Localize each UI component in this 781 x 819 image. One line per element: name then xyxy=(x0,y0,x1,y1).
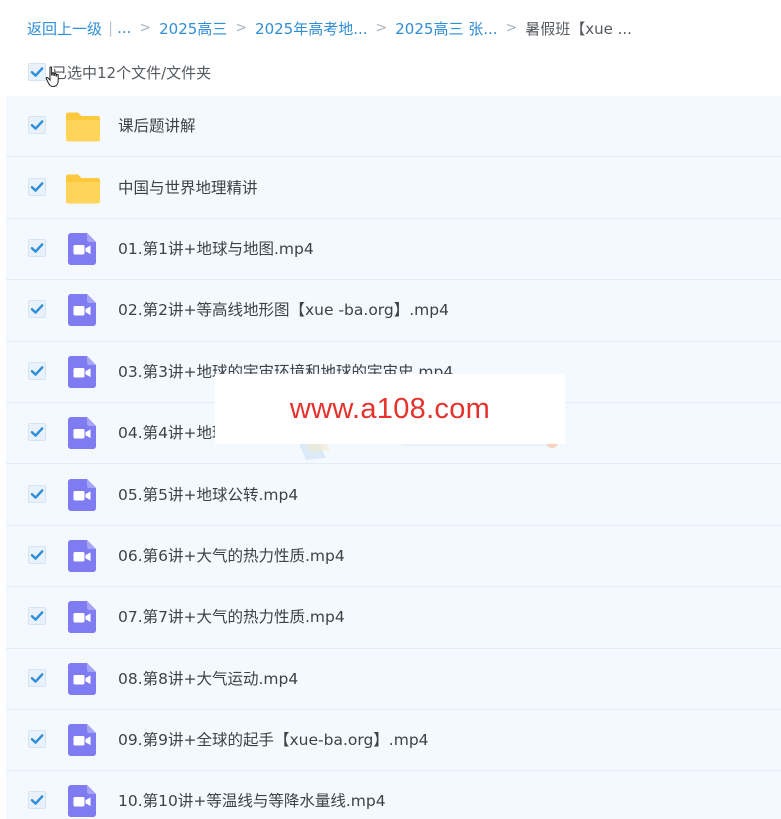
video-file-icon xyxy=(67,355,97,389)
file-name[interactable]: 04.第4讲+地球 xyxy=(118,423,228,443)
watermark-text: www.a108.com xyxy=(289,392,491,425)
watermark-overlay: www.a108.com xyxy=(215,374,565,444)
file-checkbox[interactable] xyxy=(28,791,46,810)
check-icon xyxy=(30,243,44,253)
file-checkbox[interactable] xyxy=(28,300,46,319)
file-name[interactable]: 09.第9讲+全球的起手【xue-ba.org】.mp4 xyxy=(118,730,429,750)
file-name[interactable]: 02.第2讲+等高线地形图【xue -ba.org】.mp4 xyxy=(118,300,449,320)
file-row[interactable]: 课后题讲解 xyxy=(6,96,781,158)
file-checkbox[interactable] xyxy=(28,177,46,196)
file-checkbox[interactable] xyxy=(28,730,46,749)
file-row[interactable]: 09.第9讲+全球的起手【xue-ba.org】.mp4 xyxy=(6,709,781,772)
breadcrumb-arrow-icon: > xyxy=(505,20,518,36)
select-all-checkbox[interactable] xyxy=(28,63,46,81)
check-icon xyxy=(30,365,44,376)
file-row[interactable]: 02.第2讲+等高线地形图【xue -ba.org】.mp4 xyxy=(6,280,781,342)
file-name[interactable]: 课后题讲解 xyxy=(118,116,196,136)
video-file-icon xyxy=(67,539,97,573)
file-list: 课后题讲解中国与世界地理精讲 01.第1讲+地球与地图.mp4 02.第2讲+等高线… xyxy=(6,96,781,819)
breadcrumb-item-gaokao-geo[interactable]: 2025年高考地... xyxy=(255,18,367,39)
file-name[interactable]: 08.第8讲+大气运动.mp4 xyxy=(118,669,298,689)
check-icon xyxy=(30,734,44,744)
check-icon xyxy=(30,488,44,499)
check-icon xyxy=(30,427,44,437)
video-file-icon xyxy=(67,784,97,818)
file-row[interactable]: 05.第5讲+地球公转.mp4 xyxy=(6,464,781,526)
file-checkbox[interactable] xyxy=(28,423,46,442)
video-file-icon xyxy=(67,232,97,266)
video-file-icon xyxy=(67,723,97,757)
file-name[interactable]: 01.第1讲+地球与地图.mp4 xyxy=(118,239,314,259)
check-icon xyxy=(30,67,44,77)
hand-pointer-icon xyxy=(45,66,59,88)
breadcrumb-current: 暑假班【xue ... xyxy=(525,19,632,38)
check-icon xyxy=(30,304,44,315)
file-row[interactable]: 07.第7讲+大气的热力性质.mp4 xyxy=(6,587,781,649)
file-row[interactable]: 10.第10讲+等温线与等降水量线.mp4 xyxy=(6,771,781,819)
video-file-icon xyxy=(67,600,97,634)
back-link[interactable]: 返回上一级 xyxy=(27,18,102,39)
check-icon xyxy=(30,120,44,130)
video-file-icon xyxy=(67,416,97,450)
breadcrumb-arrow-icon: > xyxy=(139,20,152,36)
breadcrumb-item-2025-gaosan[interactable]: 2025高三 xyxy=(159,18,227,39)
check-icon xyxy=(30,795,44,806)
check-icon xyxy=(30,550,44,560)
file-browser-page: 返回上一级 | ... > 2025高三 > 2025年高考地... > 202… xyxy=(0,0,781,819)
file-name[interactable]: 10.第10讲+等温线与等降水量线.mp4 xyxy=(118,791,386,811)
selection-status: 已选中12个文件/文件夹 xyxy=(52,63,212,82)
file-checkbox[interactable] xyxy=(28,607,46,626)
check-icon xyxy=(30,611,44,622)
breadcrumb-item-gaosan-zhang[interactable]: 2025高三 张... xyxy=(395,18,497,39)
file-name[interactable]: 中国与世界地理精讲 xyxy=(118,178,258,198)
breadcrumb-arrow-icon: > xyxy=(375,20,388,36)
file-checkbox[interactable] xyxy=(28,668,46,687)
folder-icon xyxy=(64,109,102,143)
file-checkbox[interactable] xyxy=(28,361,46,380)
file-checkbox[interactable] xyxy=(28,545,46,564)
file-name[interactable]: 06.第6讲+大气的热力性质.mp4 xyxy=(118,546,345,566)
video-file-icon xyxy=(67,662,97,696)
file-row[interactable]: 中国与世界地理精讲 xyxy=(6,157,781,219)
breadcrumb-arrow-icon: > xyxy=(235,20,248,36)
breadcrumb-ellipsis[interactable]: ... xyxy=(117,19,131,37)
file-row[interactable]: 01.第1讲+地球与地图.mp4 xyxy=(6,218,781,281)
breadcrumb-divider: | xyxy=(108,19,114,37)
file-checkbox[interactable] xyxy=(28,238,46,257)
file-name[interactable]: 05.第5讲+地球公转.mp4 xyxy=(118,485,298,505)
check-icon xyxy=(30,672,44,683)
file-row[interactable]: 08.第8讲+大气运动.mp4 xyxy=(6,648,781,710)
file-row[interactable]: 06.第6讲+大气的热力性质.mp4 xyxy=(6,525,781,588)
folder-icon xyxy=(64,171,102,205)
breadcrumb: 返回上一级 | ... > 2025高三 > 2025年高考地... > 202… xyxy=(27,17,632,39)
file-checkbox[interactable] xyxy=(28,484,46,503)
check-icon xyxy=(30,181,44,192)
file-name[interactable]: 07.第7讲+大气的热力性质.mp4 xyxy=(118,607,345,627)
file-checkbox[interactable] xyxy=(28,116,46,135)
video-file-icon xyxy=(67,478,97,512)
video-file-icon xyxy=(67,293,97,327)
